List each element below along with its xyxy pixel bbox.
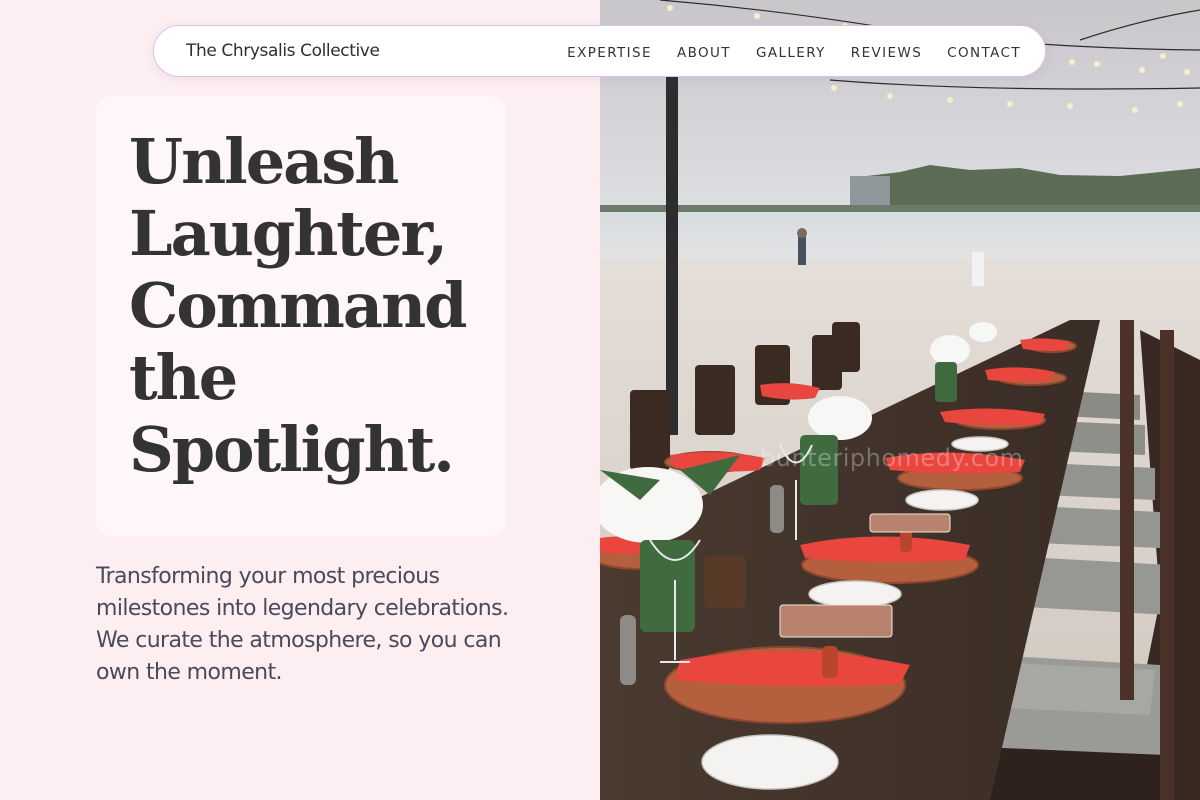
nav-link-reviews[interactable]: REVIEWS: [851, 45, 922, 61]
hero-photo: [600, 0, 1200, 800]
headline-card: Unleash Laughter, Command the Spotlight.: [96, 96, 506, 536]
nav-link-gallery[interactable]: GALLERY: [756, 45, 826, 61]
headline-line: the: [129, 341, 238, 414]
headline-line: Command: [129, 269, 468, 342]
nav-link-expertise[interactable]: EXPERTISE: [567, 45, 652, 61]
nav-links: EXPERTISE ABOUT GALLERY REVIEWS CONTACT: [567, 42, 1021, 61]
top-navbar: The Chrysalis Collective EXPERTISE ABOUT…: [153, 25, 1046, 77]
hero-description: Transforming your most precious mileston…: [96, 564, 509, 685]
headline-line: Spotlight.: [129, 413, 455, 486]
photo-watermark: bunteriphomedy.com: [760, 444, 1024, 472]
nav-link-about[interactable]: ABOUT: [677, 45, 731, 61]
nav-item-reviews: REVIEWS: [851, 42, 922, 61]
headline-line: Unleash: [129, 125, 399, 198]
hero-headline: Unleash Laughter, Command the Spotlight.: [129, 126, 486, 486]
nav-item-contact: CONTACT: [947, 42, 1021, 61]
brand-logo-link[interactable]: The Chrysalis Collective: [186, 41, 380, 61]
headline-line: Laughter,: [129, 197, 448, 270]
nav-link-contact[interactable]: CONTACT: [947, 45, 1021, 61]
nav-item-gallery: GALLERY: [756, 42, 826, 61]
nav-item-about: ABOUT: [677, 42, 731, 61]
nav-item-expertise: EXPERTISE: [567, 42, 652, 61]
